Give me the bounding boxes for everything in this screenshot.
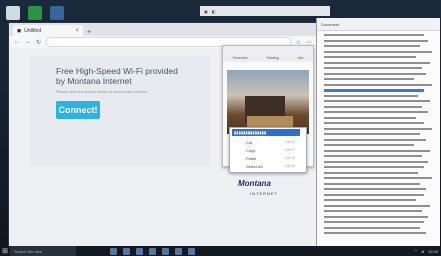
taskbar-search[interactable]: Search the web (10, 246, 76, 256)
context-menu-item-select-all[interactable]: Select All (246, 164, 262, 169)
selected-text-field[interactable]: ▮▮▮▮▮▮▮▮▮▮▮▮▮▮ (232, 129, 300, 136)
tab-bar: ◼ Untitled × + (9, 23, 317, 36)
system-tray: ⌔ 🔊︎ 12:00 (414, 248, 441, 254)
document-text-line (324, 166, 424, 168)
viewer-tab[interactable]: Sharing (266, 56, 278, 60)
taskbar: ⊞ Search the web ⌔ 🔊︎ 12:00 (0, 246, 441, 256)
document-text-line (324, 83, 432, 86)
new-tab-button[interactable]: + (87, 29, 91, 36)
document-text-line (324, 122, 424, 124)
context-menu-shortcut: Ctrl+X (285, 140, 295, 144)
wifi-icon[interactable]: ⌔ (414, 248, 418, 254)
document-text-line (324, 94, 418, 97)
document-text-line (324, 199, 416, 201)
tab-favicon-icon: ◼ (17, 27, 22, 34)
document-text-line (324, 193, 424, 196)
context-menu-shortcut: Ctrl+C (285, 148, 296, 152)
document-text-line (324, 133, 420, 135)
taskbar-app-icon[interactable] (149, 247, 156, 255)
document-text-line (324, 61, 430, 64)
document-text-line (324, 215, 428, 218)
viewer-tab[interactable]: Overview (232, 56, 247, 60)
volume-icon[interactable]: 🔊︎ (421, 249, 424, 254)
taskbar-app-icon[interactable] (123, 247, 130, 255)
tab-label: Untitled (24, 27, 42, 34)
taskbar-app-icon[interactable] (175, 247, 182, 255)
start-icon[interactable]: ⊞ (0, 246, 10, 256)
document-text-line (324, 105, 422, 108)
document-text-line (324, 34, 424, 36)
clock[interactable]: 12:00 (428, 249, 438, 254)
document-text-line (324, 149, 430, 152)
taskbar-app-icon[interactable] (110, 247, 117, 255)
taskbar-app-icon[interactable] (162, 247, 169, 255)
taskbar-apps (110, 247, 195, 255)
viewer-tab[interactable]: Info (298, 56, 304, 60)
page-title: Free High-Speed Wi-Fi provided by Montan… (56, 66, 226, 86)
document-text-line (324, 144, 414, 146)
page-title-line1: Free High-Speed Wi-Fi provided (56, 66, 178, 76)
document-text-line (324, 72, 426, 75)
desktop-shortcut-icon[interactable] (50, 6, 64, 20)
document-text-line (324, 204, 430, 207)
document-text-line (324, 171, 418, 174)
viewer-tabs: Overview Sharing Info (223, 46, 313, 62)
page-title-line2: by Montana Internet (56, 76, 132, 86)
document-text-line (324, 78, 414, 80)
context-menu-shortcut: Ctrl+A (285, 164, 295, 168)
house-photo (227, 70, 309, 136)
system-topbar: ▣ ◧ (200, 6, 330, 16)
context-menu-shortcut: Ctrl+V (285, 156, 295, 160)
document-text-line (324, 50, 432, 53)
document-text-line (324, 182, 420, 185)
context-menu-item-paste[interactable]: Paste (246, 156, 256, 161)
montana-logo-sub: INTERNET (250, 191, 278, 196)
close-tab-icon[interactable]: × (75, 28, 79, 34)
document-text-line (324, 188, 426, 190)
forward-icon[interactable]: → (25, 39, 31, 45)
topbar-icon[interactable]: ◧ (212, 9, 216, 14)
document-text-line (324, 56, 416, 58)
document-text-line (324, 89, 424, 92)
document-text-line (324, 177, 432, 179)
page-subtitle: Please click the button below to access … (56, 89, 148, 94)
document-text-line (324, 45, 420, 47)
back-icon[interactable]: ← (14, 39, 20, 45)
desktop-shortcut-icon[interactable] (28, 6, 42, 20)
document-text-line (324, 67, 422, 69)
document-text-line (324, 226, 420, 229)
document-text-line (324, 39, 428, 42)
montana-logo: Montana (238, 179, 271, 188)
context-menu-item-cut[interactable]: Cut (246, 140, 252, 145)
document-text-line (324, 116, 416, 119)
topbar-icon[interactable]: ▣ (204, 9, 208, 14)
refresh-icon[interactable]: ↻ (36, 39, 41, 46)
document-text-line (324, 100, 430, 102)
desktop: ▣ ◧ ◼ Untitled × + ← → ↻ ... ☆ ⋯ Free Hi… (0, 0, 441, 256)
document-text-line (324, 232, 426, 234)
taskbar-app-icon[interactable] (188, 247, 195, 255)
document-text-line (324, 155, 422, 157)
document-title: Document (317, 18, 440, 31)
taskbar-app-icon[interactable] (136, 247, 143, 255)
document-text-line (324, 138, 426, 141)
document-text-line (324, 111, 428, 113)
browser-tab[interactable]: ◼ Untitled × (13, 25, 83, 36)
desktop-icons (6, 6, 64, 20)
desktop-shortcut-icon[interactable] (6, 6, 20, 20)
document-text-line (324, 221, 424, 223)
connect-button[interactable]: Connect! (56, 101, 100, 119)
document-text-line (324, 127, 432, 130)
context-menu-item-copy[interactable]: Copy (246, 148, 255, 153)
document-text-line (324, 160, 428, 163)
document-text-line (324, 210, 422, 212)
